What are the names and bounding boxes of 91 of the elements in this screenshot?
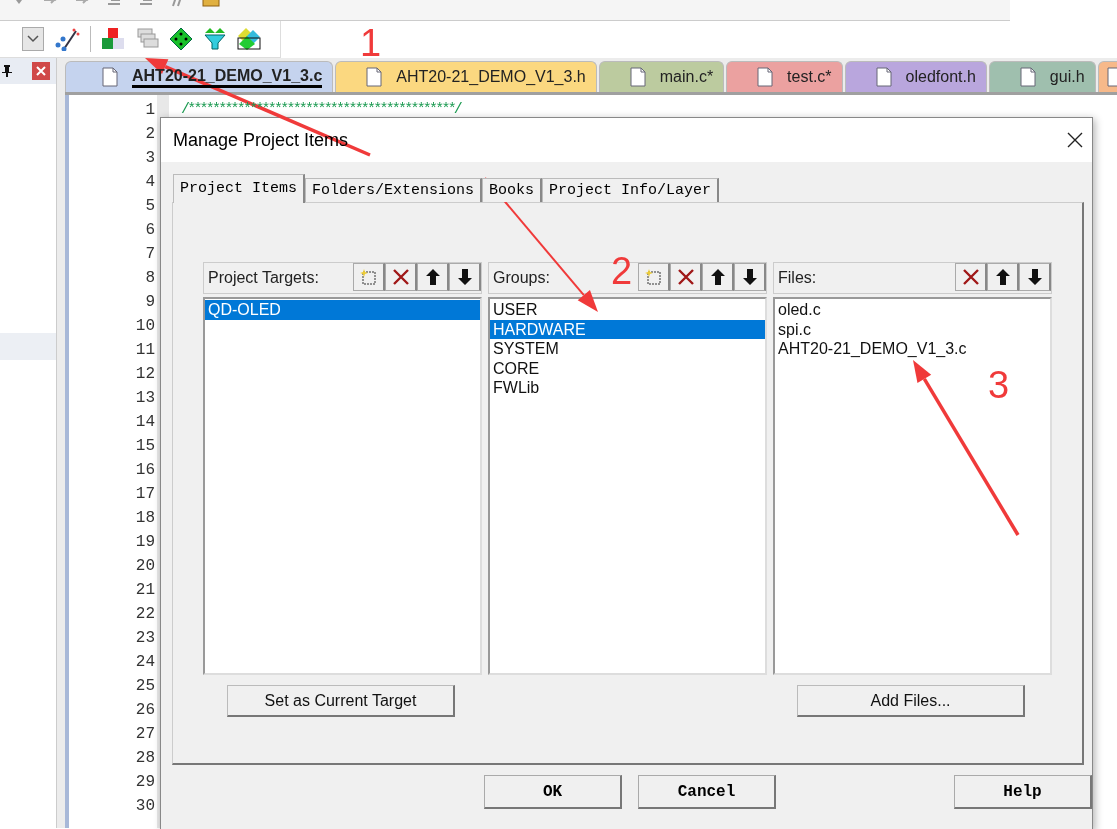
line-number: 25 bbox=[135, 676, 155, 697]
line-number: 21 bbox=[135, 580, 155, 601]
line-number: 10 bbox=[135, 316, 155, 337]
delete-button[interactable] bbox=[670, 263, 702, 291]
line-number: 14 bbox=[135, 412, 155, 433]
dropdown-button[interactable] bbox=[22, 27, 44, 51]
line-number: 18 bbox=[135, 508, 155, 529]
annotation-number: 2 bbox=[611, 252, 633, 290]
line-number: 16 bbox=[135, 460, 155, 481]
dialog-button[interactable]: OK bbox=[484, 775, 622, 809]
move-down-button[interactable] bbox=[734, 263, 766, 291]
funnel-icon[interactable] bbox=[203, 27, 227, 51]
list-title: Files: bbox=[778, 269, 817, 287]
line-number: 9 bbox=[145, 292, 155, 313]
line-number: 22 bbox=[135, 604, 155, 625]
list-item[interactable]: spi.c bbox=[775, 319, 1050, 339]
delete-button[interactable] bbox=[385, 263, 417, 291]
file-tab[interactable]: main.c* bbox=[598, 61, 725, 92]
list-title: Project Targets: bbox=[208, 269, 319, 287]
line-number: 1 bbox=[145, 100, 155, 121]
document-icon bbox=[629, 67, 646, 87]
list-item[interactable]: SYSTEM bbox=[490, 339, 765, 359]
line-number: 17 bbox=[135, 484, 155, 505]
move-down-button[interactable] bbox=[449, 263, 481, 291]
delete-button[interactable] bbox=[955, 263, 987, 291]
list-item[interactable]: CORE bbox=[490, 358, 765, 378]
line-number: 19 bbox=[135, 532, 155, 553]
windows-icon[interactable] bbox=[135, 27, 159, 51]
new-button[interactable] bbox=[353, 263, 385, 291]
close-icon[interactable] bbox=[1066, 131, 1084, 149]
document-icon bbox=[366, 67, 383, 87]
move-down-button[interactable] bbox=[1019, 263, 1051, 291]
blocks-icon[interactable] bbox=[101, 27, 125, 51]
diamonds-icon[interactable] bbox=[237, 27, 261, 51]
file-tab[interactable]: test.c* bbox=[726, 61, 843, 92]
new-button[interactable] bbox=[638, 263, 670, 291]
chevron-icon bbox=[27, 35, 39, 43]
pin-icon[interactable] bbox=[2, 65, 12, 77]
dialog-tab[interactable]: Folders/Extensions bbox=[305, 178, 483, 202]
dialog-tab[interactable]: Books bbox=[482, 178, 543, 202]
list-title: Groups: bbox=[493, 269, 550, 287]
document-icon bbox=[1019, 67, 1036, 87]
document-icon bbox=[757, 67, 774, 87]
line-number: 4 bbox=[145, 172, 155, 193]
line-number: 2 bbox=[145, 124, 155, 145]
diamond-icon[interactable] bbox=[169, 27, 193, 51]
annotation-number: 3 bbox=[988, 366, 1010, 404]
wand-icon[interactable] bbox=[54, 27, 80, 51]
delete-icon bbox=[676, 268, 695, 286]
dialog-button[interactable]: Cancel bbox=[638, 775, 776, 809]
delete-icon bbox=[391, 268, 410, 286]
line-number: 15 bbox=[135, 436, 155, 457]
line-number: 27 bbox=[135, 724, 155, 745]
action-button[interactable]: Add Files... bbox=[797, 685, 1025, 717]
dialog-tab[interactable]: Project Items bbox=[173, 174, 306, 203]
list-item[interactable]: AHT20-21_DEMO_V1_3.c bbox=[775, 339, 1050, 359]
list-item[interactable]: QD-OLED bbox=[205, 300, 480, 320]
annotation-number: 1 bbox=[360, 24, 382, 62]
list-item[interactable]: FWLib bbox=[490, 378, 765, 398]
line-number: 30 bbox=[135, 796, 155, 817]
document-icon bbox=[102, 67, 118, 87]
line-number: 29 bbox=[135, 772, 155, 793]
line-number: 28 bbox=[135, 748, 155, 769]
document-icon bbox=[875, 67, 892, 87]
list-item[interactable]: oled.c bbox=[775, 300, 1050, 320]
move-up-button[interactable] bbox=[987, 263, 1019, 291]
action-button[interactable]: Set as Current Target bbox=[227, 685, 455, 717]
line-number: 5 bbox=[145, 196, 155, 217]
line-number: 11 bbox=[135, 340, 155, 361]
delete-icon bbox=[961, 268, 980, 286]
line-number: 26 bbox=[135, 700, 155, 721]
file-tab[interactable]: gui.h bbox=[988, 61, 1096, 92]
line-number: 13 bbox=[135, 388, 155, 409]
move-up-button[interactable] bbox=[417, 263, 449, 291]
dialog-tab[interactable]: Project Info/Layer bbox=[542, 178, 720, 202]
list-item[interactable]: USER bbox=[490, 300, 765, 320]
line-number: 3 bbox=[145, 148, 155, 169]
file-tab[interactable]: AHT20-21_DEMO_V1_3.h bbox=[335, 61, 597, 92]
list-item[interactable]: HARDWARE bbox=[490, 319, 765, 339]
line-number: 20 bbox=[135, 556, 155, 577]
file-tab[interactable]: oledfont.h bbox=[844, 61, 987, 92]
line-number: 24 bbox=[135, 652, 155, 673]
line-number: 7 bbox=[145, 244, 155, 265]
line-number: 8 bbox=[145, 268, 155, 289]
line-number: 6 bbox=[145, 220, 155, 241]
new-item-icon bbox=[359, 268, 378, 286]
new-item-icon bbox=[644, 268, 663, 286]
move-up-button[interactable] bbox=[702, 263, 734, 291]
line-number: 12 bbox=[135, 364, 155, 385]
line-number: 23 bbox=[135, 628, 155, 649]
dialog-button[interactable]: Help bbox=[954, 775, 1092, 809]
